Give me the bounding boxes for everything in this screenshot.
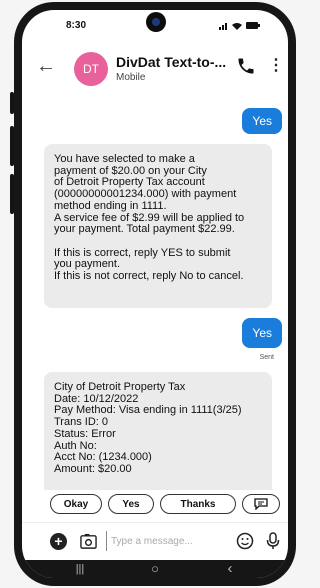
quick-replies: Okay Yes Thanks bbox=[22, 490, 288, 520]
status-time: 8:30 bbox=[66, 20, 87, 31]
emoji-icon[interactable] bbox=[236, 532, 254, 550]
home-button[interactable]: ○ bbox=[135, 560, 175, 578]
phone-frame: 8:30 ← DT DivDat Text-to-... Mobile ⋮ Ye… bbox=[10, 2, 296, 586]
back-button[interactable]: ‹ bbox=[210, 560, 250, 578]
sent-status-label: Sent bbox=[259, 354, 274, 361]
more-options-icon[interactable]: ⋮ bbox=[268, 56, 284, 76]
camera-attach-icon[interactable] bbox=[80, 533, 97, 550]
quick-reply-more[interactable] bbox=[242, 494, 280, 514]
status-icons bbox=[218, 20, 260, 30]
front-camera bbox=[146, 12, 166, 32]
power-button bbox=[10, 92, 14, 114]
incoming-message[interactable]: City of Detroit Property Tax Date: 10/12… bbox=[44, 372, 272, 490]
message-text: City of Detroit Property Tax Date: 10/12… bbox=[54, 381, 242, 475]
quick-reply-yes[interactable]: Yes bbox=[108, 494, 154, 514]
outgoing-message[interactable]: Yes bbox=[242, 108, 282, 134]
incoming-message[interactable]: You have selected to make a payment of $… bbox=[44, 144, 272, 308]
recents-button[interactable]: ||| bbox=[60, 560, 100, 578]
avatar[interactable]: DT bbox=[74, 52, 108, 86]
contact-name: DivDat Text-to-... bbox=[116, 54, 227, 70]
message-input[interactable] bbox=[106, 531, 235, 551]
message-icon bbox=[254, 498, 268, 511]
message-composer: + bbox=[22, 522, 288, 559]
phone-screen: 8:30 ← DT DivDat Text-to-... Mobile ⋮ Ye… bbox=[22, 10, 288, 578]
message-thread[interactable]: Yes You have selected to make a payment … bbox=[22, 92, 288, 490]
contact-type: Mobile bbox=[116, 72, 146, 83]
outgoing-message[interactable]: Yes bbox=[242, 318, 282, 348]
phone-call-icon[interactable] bbox=[236, 56, 256, 76]
quick-reply-thanks[interactable]: Thanks bbox=[160, 494, 236, 514]
message-text: Yes bbox=[252, 326, 272, 340]
status-bar: 8:30 bbox=[22, 10, 288, 40]
quick-reply-okay[interactable]: Okay bbox=[50, 494, 102, 514]
conversation-header: ← DT DivDat Text-to-... Mobile ⋮ bbox=[22, 48, 288, 92]
system-nav-bar: ||| ○ ‹ bbox=[22, 560, 288, 578]
volume-up-button bbox=[10, 126, 14, 166]
signal-icon bbox=[218, 22, 227, 30]
plus-icon[interactable]: + bbox=[50, 533, 67, 550]
message-text: You have selected to make a payment of $… bbox=[54, 153, 245, 283]
microphone-icon[interactable] bbox=[266, 532, 280, 550]
message-text: Yes bbox=[252, 114, 272, 128]
back-arrow-icon[interactable]: ← bbox=[36, 56, 56, 76]
battery-icon bbox=[246, 22, 260, 30]
wifi-icon bbox=[232, 22, 243, 30]
volume-down-button bbox=[10, 174, 14, 214]
